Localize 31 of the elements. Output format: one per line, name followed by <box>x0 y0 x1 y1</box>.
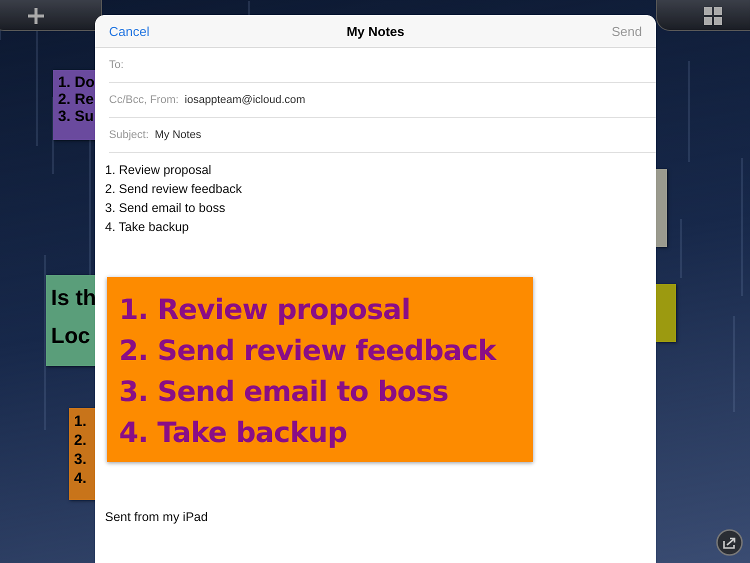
sticky-note[interactable]: 1. Do 2. Re 3. Su <box>53 70 95 140</box>
note-text: 1. Do <box>58 74 95 91</box>
attachment-text: 4. Take backup <box>119 415 347 451</box>
sticky-note[interactable]: 1. 2. 3. 4. <box>69 408 95 500</box>
attachment-text: 2. Send review feedback <box>119 333 496 369</box>
grid-icon[interactable] <box>704 7 722 25</box>
signature: Sent from my iPad <box>105 510 209 524</box>
note-text: 4. <box>74 469 88 488</box>
field-label: To: <box>109 59 124 71</box>
sticky-note[interactable]: Is th Loc <box>46 275 95 366</box>
body-line: 4. Take backup <box>105 219 190 236</box>
note-text: 1. <box>74 412 88 431</box>
note-text: 2. <box>74 431 88 450</box>
body-line: 1. Review proposal <box>105 162 212 179</box>
note-text: Loc <box>51 322 92 350</box>
note-text: 2. Re <box>58 91 95 108</box>
body-line: 2. Send review feedback <box>105 181 243 198</box>
cancel-button[interactable]: Cancel <box>109 24 150 38</box>
body-line: 3. Send email to boss <box>105 200 226 217</box>
note-text: 3. Su <box>58 108 95 125</box>
add-icon[interactable] <box>28 8 44 24</box>
share-icon[interactable] <box>716 529 743 556</box>
attachment-text: 3. Send email to boss <box>119 374 448 410</box>
field-label: Cc/Bcc, From: <box>109 94 179 106</box>
field-value[interactable]: iosappteam@icloud.com <box>184 94 306 106</box>
compose-title: My Notes <box>346 24 404 38</box>
field-label: Subject: <box>109 129 149 141</box>
note-text: 3. <box>74 450 88 469</box>
note-text: Is th <box>51 284 95 312</box>
attachment-text: 1. Review proposal <box>119 292 410 328</box>
field-value[interactable]: My Notes <box>154 129 202 141</box>
